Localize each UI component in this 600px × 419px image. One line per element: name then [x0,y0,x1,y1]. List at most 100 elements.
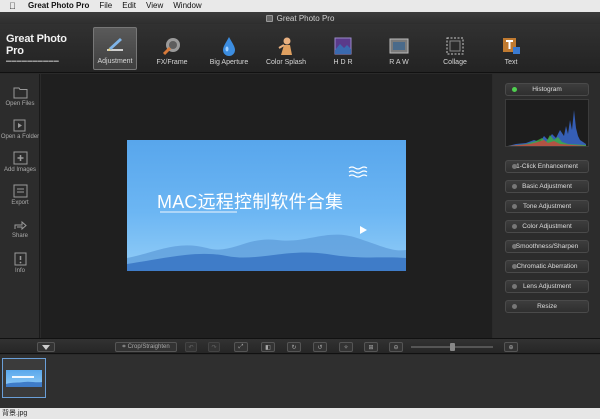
menu-bar:  Great Photo Pro File Edit View Window [0,0,600,12]
sidebar-item-open-files[interactable]: Open Files [0,85,40,107]
tool-fx-frame[interactable]: FX/Frame [150,27,194,70]
chromatic-aberration-button[interactable]: Chromatic Aberration [505,260,589,273]
menu-edit[interactable]: Edit [122,0,136,12]
undo-icon: ↶ [188,344,194,351]
menu-file[interactable]: File [99,0,112,12]
color-splash-icon [278,37,292,55]
tool-label: Color Splash [265,59,307,66]
filmstrip [0,355,600,408]
hdr-icon [334,37,352,55]
share-icon [14,220,27,231]
zoom-out-button[interactable]: ⊖ [389,342,403,352]
main-toolbar: Great Photo Pro ▬▬▬▬▬▬▬▬▬▬ Adjustment FX… [0,24,600,73]
current-filename: 背景.jpg [2,410,28,417]
basic-adjustment-button[interactable]: Basic Adjustment [505,180,589,193]
photo-title-text: MAC远程控制软件合集 [157,192,344,212]
rotate-left-button[interactable]: ↺ [313,342,327,352]
tool-label: H D R [333,59,353,66]
button-label: Histogram [532,86,562,93]
photo-preview: MAC远程控制软件合集 [127,140,406,271]
zoom-in-button[interactable]: ⊕ [504,342,518,352]
brand-logo: Great Photo Pro ▬▬▬▬▬▬▬▬▬▬ [0,24,86,73]
menu-view[interactable]: View [146,0,163,12]
thumbnail-graphic [6,375,42,387]
collage-icon [446,37,464,55]
thumbnail-image [6,369,42,387]
info-icon [14,252,26,266]
rotate-right-icon: ↻ [291,344,297,351]
tool-raw[interactable]: R A W [383,27,415,70]
sidebar-item-add-images[interactable]: Add Images [0,151,40,173]
filmstrip-toggle-button[interactable] [37,342,55,352]
actual-size-button[interactable]: ⊞ [364,342,378,352]
tool-label: Collage [443,59,467,66]
water-drop-icon [223,37,235,56]
lock-icon [512,184,517,189]
apple-icon[interactable]:  [9,0,19,12]
undo-button[interactable]: ↶ [185,342,197,352]
brand-subline: ▬▬▬▬▬▬▬▬▬▬ [6,58,59,64]
one-click-enhancement-button[interactable]: 1-Click Enhancement [505,160,589,173]
tool-label: Text [504,59,518,66]
histogram-chart [505,99,589,147]
tool-label: Big Aperture [209,59,249,66]
right-panel: Histogram 1-Click Enhancement Basic Adju… [493,74,600,338]
rotate-right-button[interactable]: ↻ [287,342,301,352]
crop-straighten-button[interactable]: ⌗ Crop/Straighten [115,342,177,352]
tool-color-splash[interactable]: Color Splash [261,27,311,70]
tool-adjustment[interactable]: Adjustment [93,27,137,70]
text-icon [503,38,520,54]
smoothness-sharpen-button[interactable]: Smoothness/Sharpen [505,240,589,253]
button-label: 1-Click Enhancement [516,163,578,170]
window-title: Great Photo Pro [276,13,335,23]
sidebar-item-share[interactable]: Share [0,217,40,239]
fit-screen-button[interactable]: ⤢ [234,342,248,352]
lock-icon [512,284,517,289]
menu-window[interactable]: Window [173,0,201,12]
export-icon [13,184,27,198]
lock-icon [512,264,517,269]
sidebar-item-open-folder[interactable]: Open a Folder [0,118,40,140]
zoom-slider-thumb[interactable] [449,343,455,351]
button-label: Color Adjustment [522,223,572,230]
histogram-graph [508,110,586,146]
image-canvas[interactable]: MAC远程控制软件合集 [41,74,492,338]
target-icon: ✧ [343,344,349,351]
raw-icon [389,38,409,54]
button-label: Smoothness/Sharpen [515,243,579,250]
add-image-icon [13,151,27,165]
sidebar-item-info[interactable]: Info [0,252,40,274]
folder-icon [13,87,27,99]
filmstrip-thumbnail[interactable] [2,358,46,398]
tool-collage[interactable]: Collage [438,27,472,70]
button-label: Lens Adjustment [522,283,572,290]
zoom-out-icon: ⊖ [393,344,399,351]
lock-icon [512,244,517,249]
center-button[interactable]: ✧ [339,342,353,352]
lock-icon [512,164,517,169]
compare-button[interactable]: ◧ [261,342,275,352]
menu-app-name[interactable]: Great Photo Pro [28,0,89,12]
resize-button[interactable]: Resize [505,300,589,313]
redo-button[interactable]: ↷ [208,342,220,352]
tool-big-aperture[interactable]: Big Aperture [205,27,253,70]
window-title-bar: Great Photo Pro [0,12,600,24]
button-label: Resize [537,303,557,310]
sidebar-item-export[interactable]: Export [0,184,40,206]
tool-hdr[interactable]: H D R [327,27,359,70]
button-label: Crop/Straighten [127,344,170,350]
crop-icon: ⌗ [122,343,126,350]
fx-frame-icon [162,38,180,56]
lens-adjustment-button[interactable]: Lens Adjustment [505,280,589,293]
redo-icon: ↷ [211,344,217,351]
bottom-toolbar: ⌗ Crop/Straighten ↶ ↷ ⤢ ◧ ↻ ↺ ✧ ⊞ ⊖ ⊕ [0,338,600,354]
tone-adjustment-button[interactable]: Tone Adjustment [505,200,589,213]
sidebar-item-label: Export [11,200,29,206]
tool-label: FX/Frame [156,59,188,66]
tool-text[interactable]: Text [498,27,524,70]
left-sidebar: Open Files Open a Folder Add Images Expo… [0,74,40,338]
histogram-button[interactable]: Histogram [505,83,589,96]
color-adjustment-button[interactable]: Color Adjustment [505,220,589,233]
sidebar-item-label: Info [14,268,25,274]
fit-screen-icon: ⤢ [238,343,244,350]
